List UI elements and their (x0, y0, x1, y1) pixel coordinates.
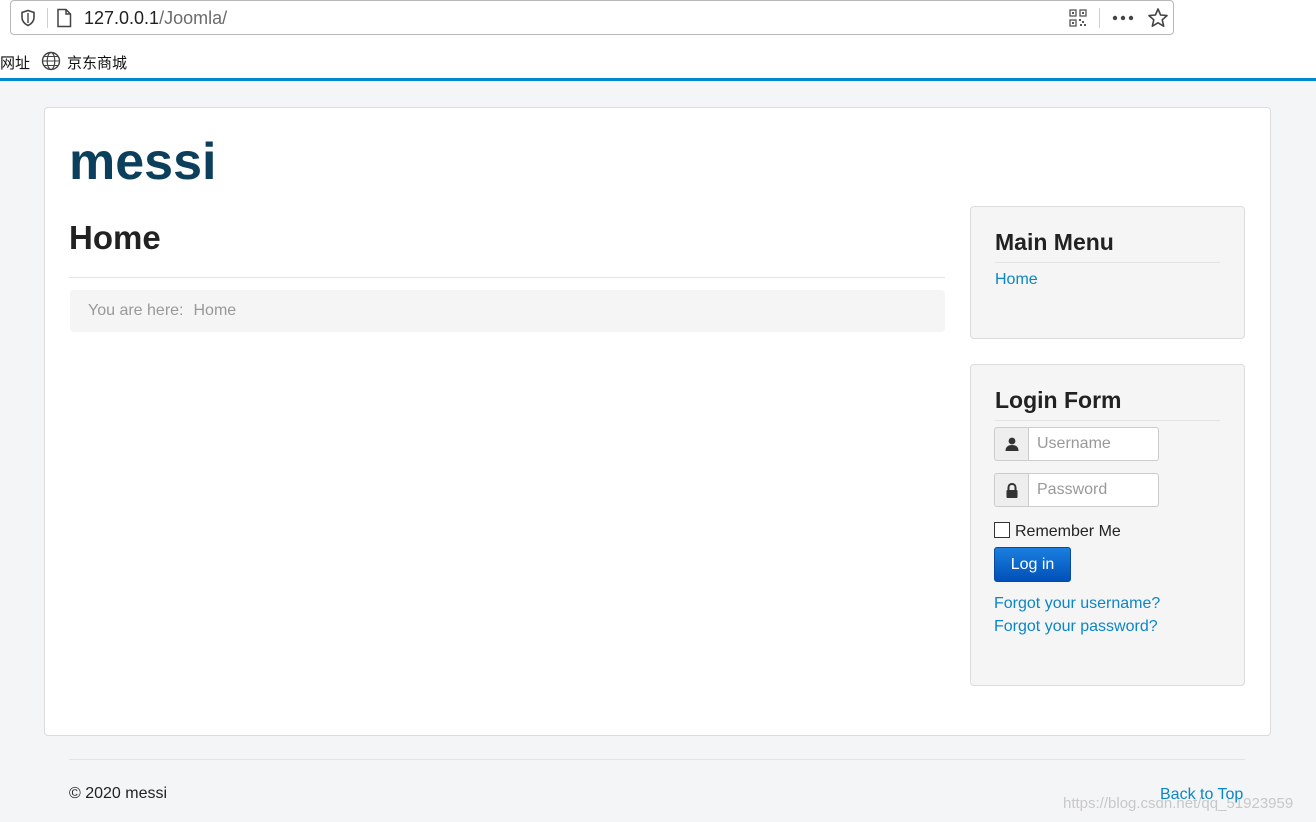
login-form-module: Login Form Remember Me Log in Forgot you… (970, 364, 1245, 686)
password-input[interactable] (1029, 473, 1159, 507)
bookmark-web[interactable]: 网址 (0, 52, 30, 73)
login-button[interactable]: Log in (994, 547, 1071, 582)
remember-me[interactable]: Remember Me (994, 522, 1121, 541)
divider (995, 262, 1220, 263)
divider (69, 277, 945, 278)
shield-icon[interactable] (19, 9, 37, 27)
remember-label: Remember Me (1015, 523, 1121, 540)
bookmark-jd[interactable]: 京东商城 (67, 52, 127, 73)
user-icon (1005, 437, 1019, 451)
remember-checkbox[interactable] (994, 522, 1010, 538)
username-addon (994, 427, 1029, 461)
password-group (994, 473, 1159, 507)
username-input[interactable] (1029, 427, 1159, 461)
globe-icon (41, 51, 61, 71)
bookmark-star-icon[interactable] (1147, 7, 1169, 29)
breadcrumb: You are here: Home (70, 290, 945, 332)
main-menu-title: Main Menu (995, 229, 1114, 255)
breadcrumb-label: You are here: (88, 302, 184, 319)
url-text[interactable]: 127.0.0.1/Joomla/ (84, 8, 227, 29)
more-options-icon[interactable] (1111, 9, 1135, 27)
back-to-top-link[interactable]: Back to Top (1160, 784, 1243, 806)
divider (1099, 8, 1100, 28)
lock-icon (1006, 483, 1018, 498)
url-host: 127.0.0.1 (84, 8, 160, 28)
username-group (994, 427, 1159, 461)
footer-divider (69, 759, 1245, 760)
forgot-password-link[interactable]: Forgot your password? (994, 616, 1158, 638)
password-addon (994, 473, 1029, 507)
copyright: © 2020 messi (69, 785, 168, 802)
page-title: Home (69, 219, 161, 256)
breadcrumb-current: Home (193, 302, 237, 319)
bookmarks-bar: 网址 京东商城 (0, 44, 1316, 78)
url-path: /Joomla/ (159, 8, 228, 28)
browser-toolbar: 127.0.0.1/Joomla/ (0, 0, 1316, 44)
divider (995, 420, 1220, 421)
menu-item-home[interactable]: Home (995, 269, 1038, 291)
qr-code-icon[interactable] (1069, 9, 1087, 27)
site-brand[interactable]: messi (69, 132, 216, 192)
accent-line (0, 78, 1316, 81)
main-menu-module: Main Menu Home (970, 206, 1245, 339)
page-icon[interactable] (55, 8, 73, 28)
forgot-username-link[interactable]: Forgot your username? (994, 593, 1160, 615)
divider (47, 8, 48, 28)
address-bar[interactable]: 127.0.0.1/Joomla/ (10, 0, 1174, 35)
login-form-title: Login Form (995, 387, 1122, 413)
